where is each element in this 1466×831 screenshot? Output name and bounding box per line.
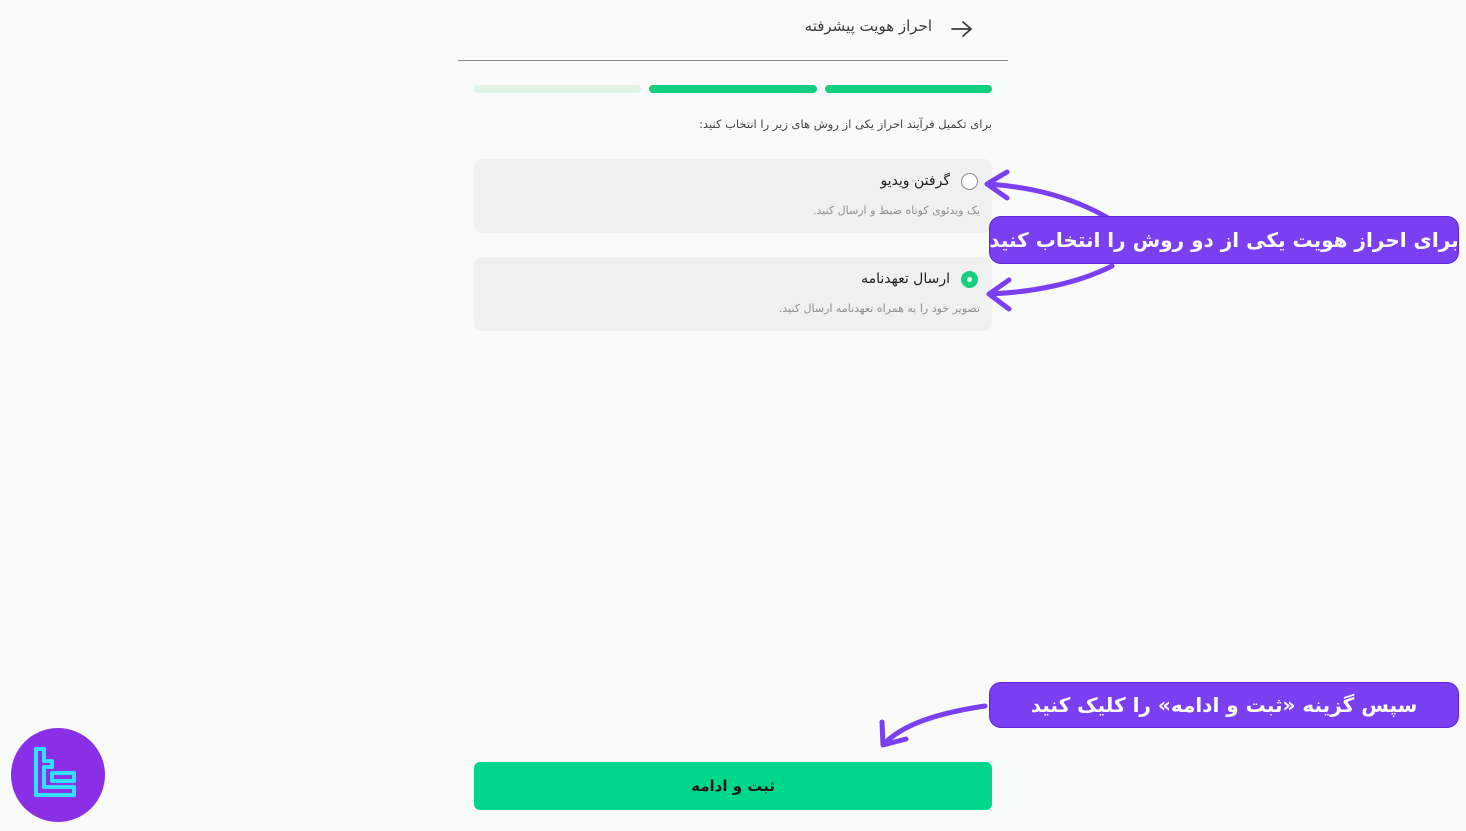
option-video[interactable]: گرفتن ویدیو یک ویدئوی کوتاه ضبط و ارسال … xyxy=(474,159,992,233)
arrow-right-icon[interactable] xyxy=(950,19,974,39)
progress-step xyxy=(824,85,992,93)
brand-logo xyxy=(11,728,105,822)
option-title: گرفتن ویدیو xyxy=(880,173,950,189)
page-title: احراز هویت پیشرفته xyxy=(804,17,932,35)
radio-button[interactable] xyxy=(961,173,978,190)
annotation-arrow xyxy=(881,703,988,747)
option-title: ارسال تعهدنامه xyxy=(861,271,950,287)
annotation-arrow xyxy=(985,181,1111,221)
page-header: احراز هویت پیشرفته xyxy=(458,0,1008,61)
annotation-arrow xyxy=(987,263,1115,297)
submit-continue-button[interactable]: ثبت و ادامه xyxy=(474,762,992,810)
annotation-click-submit: سپس گزینه «ثبت و ادامه» را کلیک کنید xyxy=(989,682,1459,728)
progress-bar xyxy=(474,85,992,93)
option-commitment-letter[interactable]: ارسال تعهدنامه تصویر خود را به همراه تعه… xyxy=(474,257,992,331)
progress-step xyxy=(474,85,642,93)
instruction-text: برای تکمیل فرآیند احراز یکی از روش های ز… xyxy=(699,117,992,131)
annotation-arrowhead xyxy=(986,277,1012,312)
option-description: تصویر خود را به همراه تعهدنامه ارسال کنی… xyxy=(778,302,980,315)
option-description: یک ویدئوی کوتاه ضبط و ارسال کنید. xyxy=(813,204,980,217)
radio-button[interactable] xyxy=(961,271,978,288)
annotation-choose-method: برای احراز هویت یکی از دو روش را انتخاب … xyxy=(989,216,1459,264)
annotation-arrowhead xyxy=(879,719,909,748)
progress-step xyxy=(649,85,817,93)
brand-logo-icon xyxy=(34,747,76,797)
